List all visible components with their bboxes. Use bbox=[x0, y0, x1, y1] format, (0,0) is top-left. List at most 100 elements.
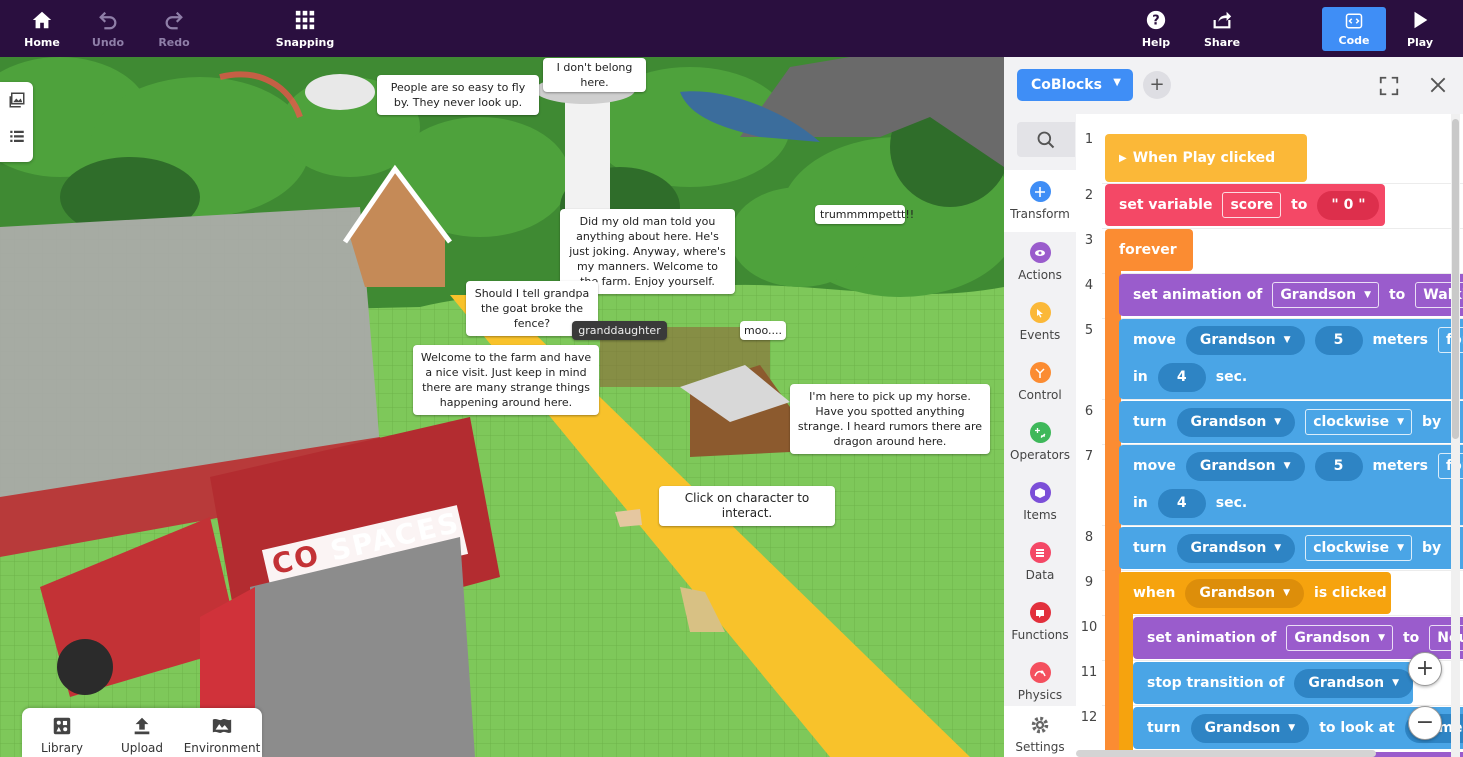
block-when-play-clicked[interactable]: ▶ When Play clicked bbox=[1105, 134, 1307, 182]
label-granddaughter[interactable]: granddaughter bbox=[572, 321, 667, 340]
object-dropdown[interactable]: Grandson ▼ bbox=[1176, 407, 1296, 437]
scene-viewport[interactable]: CO SPACES People are so easy to fly by. … bbox=[0, 57, 1004, 757]
library-button[interactable]: Library bbox=[22, 708, 102, 757]
object-dropdown[interactable]: Grandson ▼ bbox=[1176, 533, 1296, 563]
grid-icon bbox=[295, 10, 315, 29]
value-field[interactable]: " 0 " bbox=[1317, 190, 1380, 220]
add-tab-button[interactable]: + bbox=[1143, 71, 1171, 99]
code-button[interactable]: Code bbox=[1322, 7, 1386, 51]
category-items[interactable]: Items bbox=[1004, 472, 1076, 532]
dropdown-value: Grandson bbox=[1199, 585, 1276, 601]
object-dropdown[interactable]: Grandson ▼ bbox=[1272, 282, 1379, 308]
bubble-trumpet[interactable]: trummmmpettt!! bbox=[815, 205, 914, 224]
zoom-out-button[interactable]: − bbox=[1408, 706, 1442, 740]
scrollbar-thumb[interactable] bbox=[1452, 119, 1459, 439]
distance-field[interactable]: 5 bbox=[1314, 325, 1363, 355]
line-number: 2 bbox=[1084, 188, 1094, 203]
category-operators[interactable]: Operators bbox=[1004, 412, 1076, 472]
block-text: turn bbox=[1133, 540, 1167, 556]
category-actions[interactable]: Actions bbox=[1004, 232, 1076, 292]
gallery-button[interactable] bbox=[0, 82, 33, 118]
share-button[interactable]: Share bbox=[1182, 0, 1262, 57]
category-label: Settings bbox=[1015, 740, 1065, 754]
rotation-dropdown[interactable]: clockwise ▼ bbox=[1305, 409, 1413, 435]
category-control[interactable]: Control bbox=[1004, 352, 1076, 412]
bubble-trumpet-text: trummmmpettt!! bbox=[820, 208, 915, 221]
block-stop-transition[interactable]: stop transition of Grandson ▼ bbox=[1133, 662, 1414, 704]
block-turn[interactable]: turn Grandson ▼ clockwise ▼ by bbox=[1119, 527, 1463, 569]
list-button[interactable] bbox=[0, 118, 33, 154]
block-text: by bbox=[1422, 414, 1442, 430]
duration-field[interactable]: 4 bbox=[1157, 362, 1206, 392]
object-dropdown[interactable]: Grandson ▼ bbox=[1185, 578, 1305, 608]
object-dropdown[interactable]: Grandson ▼ bbox=[1294, 668, 1414, 698]
fullscreen-icon[interactable] bbox=[1378, 75, 1400, 97]
bubble-fly[interactable]: People are so easy to fly by. They never… bbox=[377, 75, 539, 115]
zoom-in-button[interactable]: + bbox=[1408, 652, 1442, 686]
bubble-belong[interactable]: I don't belong here. bbox=[543, 58, 646, 92]
line-number: 6 bbox=[1084, 404, 1094, 419]
dropdown-value: Grandson bbox=[1308, 675, 1385, 691]
block-when-clicked[interactable]: when Grandson ▼ is clicked bbox=[1119, 572, 1391, 614]
category-label: Functions bbox=[1011, 628, 1069, 642]
svg-text:?: ? bbox=[1152, 13, 1159, 28]
coblocks-tab[interactable]: CoBlocks ▼ bbox=[1017, 69, 1133, 101]
block-text: turn bbox=[1133, 414, 1167, 430]
row-divider bbox=[1102, 705, 1463, 706]
pointer-icon bbox=[1029, 302, 1051, 323]
close-icon[interactable] bbox=[1428, 75, 1448, 95]
row-divider bbox=[1102, 615, 1463, 616]
snapping-button[interactable]: Snapping bbox=[265, 0, 345, 57]
block-forever[interactable]: forever bbox=[1105, 229, 1193, 271]
category-label: Actions bbox=[1018, 268, 1062, 282]
scene-side-toolbar bbox=[0, 82, 33, 162]
home-label: Home bbox=[24, 35, 60, 49]
play-icon bbox=[1414, 11, 1428, 28]
block-set-animation[interactable]: set animation of Grandson▼ to Neutral bbox=[1133, 617, 1463, 659]
block-move[interactable]: move Grandson▼ 5 meters forward in 4 sec… bbox=[1119, 319, 1463, 399]
category-data[interactable]: Data bbox=[1004, 532, 1076, 592]
variable-field[interactable]: score bbox=[1222, 192, 1282, 218]
block-set-animation[interactable]: set animation of Grandson▼ to Walking bbox=[1119, 274, 1463, 316]
block-set-variable[interactable]: set variable score to " 0 " bbox=[1105, 184, 1385, 226]
block-text: is clicked bbox=[1314, 585, 1387, 601]
line-number: 9 bbox=[1084, 575, 1094, 590]
category-settings[interactable]: Settings bbox=[1004, 706, 1076, 757]
code-label: Code bbox=[1338, 33, 1370, 47]
play-button[interactable]: Play bbox=[1380, 0, 1460, 57]
bubble-moo-text: moo.... bbox=[744, 324, 782, 337]
environment-button[interactable]: Environment bbox=[182, 708, 262, 757]
bubble-moo[interactable]: moo.... bbox=[740, 321, 786, 340]
object-dropdown[interactable]: Grandson ▼ bbox=[1185, 325, 1305, 355]
code-panel-header: CoBlocks ▼ + bbox=[1004, 57, 1463, 114]
object-dropdown[interactable]: Grandson ▼ bbox=[1190, 713, 1310, 743]
bubble-click-text: Click on character to interact. bbox=[684, 491, 810, 520]
upload-button[interactable]: Upload bbox=[102, 708, 182, 757]
bubble-welcome[interactable]: Welcome to the farm and have a nice visi… bbox=[413, 345, 599, 415]
block-search-button[interactable] bbox=[1017, 122, 1075, 157]
category-physics[interactable]: Physics bbox=[1004, 652, 1076, 712]
block-turn[interactable]: turn Grandson ▼ clockwise ▼ by bbox=[1119, 401, 1463, 443]
code-workspace[interactable]: 1 2 3 4 5 6 7 8 9 10 11 12 ▶ When Play c… bbox=[1076, 114, 1463, 757]
operators-icon bbox=[1029, 422, 1051, 443]
duration-field[interactable]: 4 bbox=[1157, 488, 1206, 518]
dropdown-value: Grandson bbox=[1294, 630, 1371, 646]
object-dropdown[interactable]: Grandson ▼ bbox=[1185, 451, 1305, 481]
redo-button[interactable]: Redo bbox=[134, 0, 214, 57]
chevron-down-icon: ▼ bbox=[1283, 461, 1291, 471]
line-number: 3 bbox=[1084, 233, 1094, 248]
rotation-dropdown[interactable]: clockwise ▼ bbox=[1305, 535, 1413, 561]
dropdown-value: Grandson bbox=[1190, 540, 1267, 556]
category-transform[interactable]: Transform bbox=[1004, 170, 1076, 232]
distance-field[interactable]: 5 bbox=[1314, 451, 1363, 481]
horizontal-scrollbar[interactable] bbox=[1076, 750, 1376, 757]
block-text: in bbox=[1133, 495, 1148, 511]
bubble-horse[interactable]: I'm here to pick up my horse. Have you s… bbox=[790, 384, 990, 454]
vertical-scrollbar[interactable] bbox=[1451, 114, 1460, 757]
block-text: set variable bbox=[1119, 197, 1213, 213]
object-dropdown[interactable]: Grandson ▼ bbox=[1286, 625, 1393, 651]
category-events[interactable]: Events bbox=[1004, 292, 1076, 352]
category-functions[interactable]: Functions bbox=[1004, 592, 1076, 652]
block-move[interactable]: move Grandson▼ 5 meters forward in 4 sec… bbox=[1119, 445, 1463, 525]
bubble-click[interactable]: Click on character to interact. bbox=[659, 486, 835, 526]
